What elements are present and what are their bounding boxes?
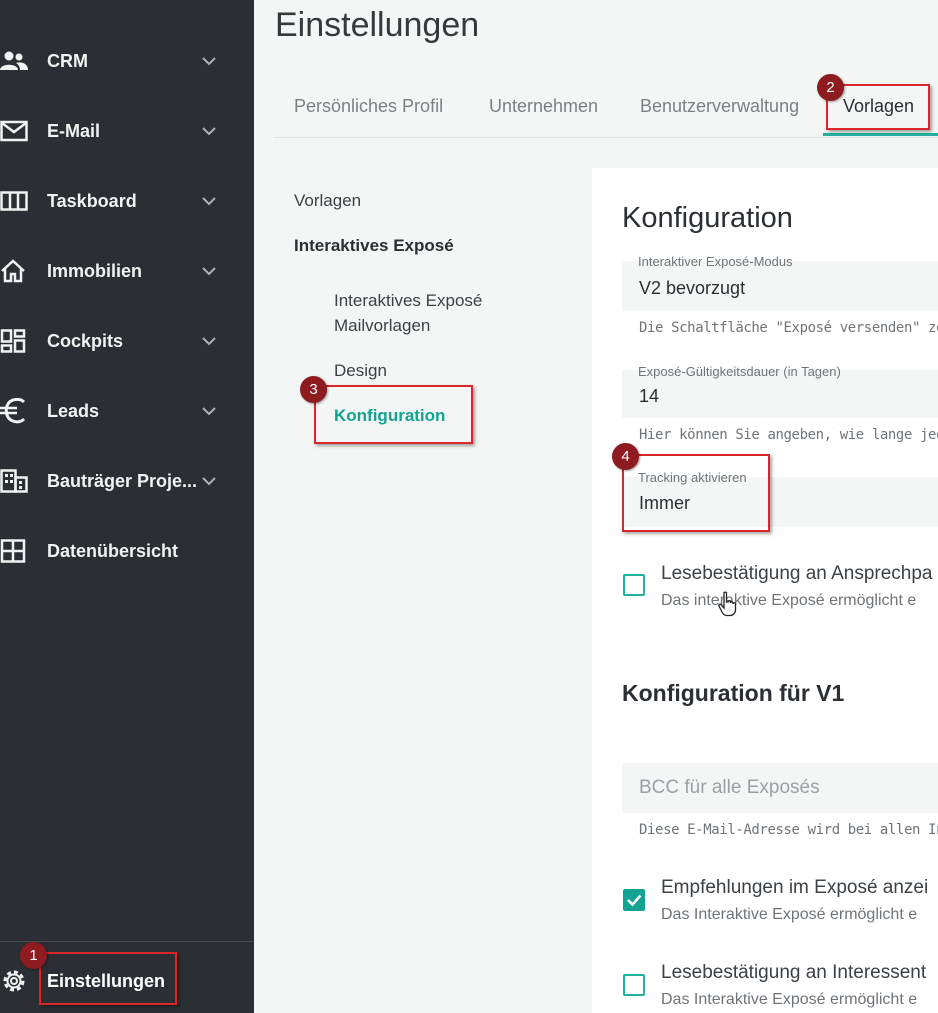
subnav-vorlagen[interactable]: Vorlagen [294,191,361,211]
sidebar-item-taskboard[interactable]: Taskboard [0,166,254,236]
interest-read-receipt-description: Das Interaktive Exposé ermöglicht e [661,991,918,1008]
chevron-down-icon [202,127,216,136]
field-label: Interaktiver Exposé-Modus [638,254,793,269]
tab-benutzerverwaltung[interactable]: Benutzerverwaltung [640,96,799,117]
dashboard-icon [0,328,30,354]
annotation-badge-1: 1 [20,942,47,969]
sidebar-item-label: Bauträger Proje... [47,470,198,491]
page-title: Einstellungen [275,6,480,44]
sidebar-item-cockpits[interactable]: Cockpits [0,306,254,376]
tab-persoenliches-profil[interactable]: Persönliches Profil [294,96,443,117]
chevron-down-icon [202,477,216,486]
subnav-mailvorlagen[interactable]: Interaktives Exposé [334,291,482,311]
annotation-badge-2: 2 [817,74,844,101]
sidebar: CRM E-Mail Taskboard Immobilien Cockpits [0,0,254,1013]
field-value: 14 [639,386,660,406]
hand-cursor-icon [718,591,737,617]
sidebar-item-leads[interactable]: Leads [0,376,254,446]
bcc-placeholder: BCC für alle Exposés [639,777,820,798]
chevron-down-icon [202,267,216,276]
sidebar-item-label: Leads [47,400,100,421]
field-label: Tracking aktivieren [638,470,747,485]
sidebar-item-crm[interactable]: CRM [0,26,254,96]
tab-vorlagen[interactable]: Vorlagen [843,96,914,117]
field-hint: Die Schaltfläche "Exposé versenden" zeig… [639,320,938,336]
interest-read-receipt-checkbox[interactable] [623,974,645,996]
euro-icon [0,398,30,424]
subnav-konfiguration[interactable]: Konfiguration [334,406,445,426]
field-label: Exposé-Gültigkeitsdauer (in Tagen) [638,364,841,379]
subnav-mailvorlagen-line2[interactable]: Mailvorlagen [334,316,430,336]
recommendations-title: Empfehlungen im Exposé anzei [661,877,929,898]
annotation-badge-3: 3 [300,376,327,403]
tab-unternehmen[interactable]: Unternehmen [489,96,598,117]
section-title-konfiguration: Konfiguration [622,202,793,234]
field-hint: Hier können Sie angeben, wie lange jedes [639,427,938,443]
interest-read-receipt-title: Lesebestätigung an Interessent [661,962,927,983]
read-receipt-checkbox[interactable] [623,574,645,596]
recommendations-checkbox[interactable] [623,889,645,911]
subnav-design[interactable]: Design [334,361,387,381]
field-value: V2 bevorzugt [639,278,746,298]
chevron-down-icon [202,57,216,66]
expose-mode-select[interactable]: Interaktiver Exposé-Modus V2 bevorzugt [622,254,938,311]
mail-icon [0,118,30,144]
contacts-icon [0,48,30,74]
read-receipt-title: Lesebestätigung an Ansprechpa [661,563,933,584]
bcc-input[interactable]: BCC für alle Exposés [622,763,938,813]
building-icon [0,468,30,494]
sidebar-item-label: Cockpits [47,330,124,351]
sidebar-item-email[interactable]: E-Mail [0,96,254,166]
sidebar-item-label: CRM [47,50,88,71]
annotation-badge-4: 4 [612,443,639,470]
subnav-interaktives-expose[interactable]: Interaktives Exposé [294,236,454,256]
sidebar-item-label: E-Mail [47,120,101,141]
active-tab-indicator [823,133,938,136]
grid-icon [0,538,30,564]
section-title-konfiguration-v1: Konfiguration für V1 [622,680,845,706]
chevron-down-icon [202,407,216,416]
gear-icon [0,968,30,994]
field-hint: Diese E-Mail-Adresse wird bei allen Inte… [639,822,938,838]
read-receipt-description: Das interaktive Exposé ermöglicht e [661,592,917,609]
chevron-down-icon [202,197,216,206]
field-value: Immer [639,493,690,513]
sidebar-item-label: Einstellungen [47,971,166,991]
sidebar-item-label: Immobilien [47,260,143,281]
recommendations-description: Das Interaktive Exposé ermöglicht e [661,906,918,923]
tracking-select[interactable]: Tracking aktivieren Immer [622,470,938,527]
sidebar-item-label: Taskboard [47,190,137,211]
taskboard-icon [0,188,30,214]
chevron-down-icon [202,337,216,346]
sidebar-item-immobilien[interactable]: Immobilien [0,236,254,306]
sidebar-item-label: Datenübersicht [47,540,179,561]
home-icon [0,258,30,284]
sidebar-item-datenuebersicht[interactable]: Datenübersicht [0,516,254,586]
checkmark-icon [627,894,642,907]
validity-days-input[interactable]: Exposé-Gültigkeitsdauer (in Tagen) 14 [622,364,938,418]
sidebar-item-bautraeger-projekte[interactable]: Bauträger Proje... [0,446,254,516]
